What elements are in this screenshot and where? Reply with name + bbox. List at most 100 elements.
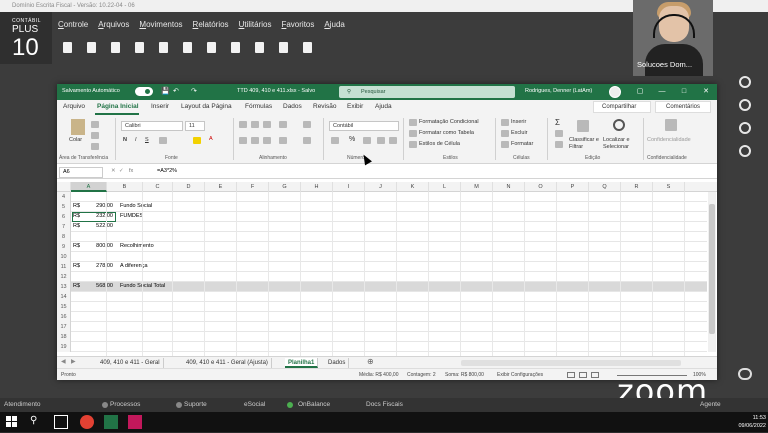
sheet-tab-planilha1[interactable]: Planilha1 [285, 358, 319, 368]
cell-currency[interactable]: R$ [73, 283, 80, 289]
building-icon[interactable] [58, 38, 76, 56]
tab-exibir[interactable]: Exibir [347, 103, 363, 110]
row-header[interactable]: 5 [57, 202, 71, 212]
sheet-tab-dados[interactable]: Dados [325, 358, 350, 368]
italic-icon[interactable]: I [135, 137, 137, 143]
undo-icon[interactable]: ↶ [173, 87, 179, 95]
sheet-tab-geral[interactable]: 409, 410 e 411 - Geral [97, 358, 164, 368]
cell-styles-button[interactable]: Estilos de Célula [419, 141, 460, 147]
insert-cells-button[interactable]: Inserir [511, 119, 526, 125]
gear-icon[interactable] [739, 76, 751, 88]
confirm-icon[interactable]: ✓ [119, 168, 124, 174]
cell-value[interactable]: 290,00 [83, 203, 113, 209]
scroll-thumb[interactable] [709, 204, 715, 334]
tab-formulas[interactable]: Fórmulas [245, 103, 272, 110]
orientation-icon[interactable] [279, 121, 287, 128]
status-processos[interactable]: Processos [110, 401, 140, 408]
column-header[interactable]: A [71, 182, 107, 192]
display-settings[interactable]: Exibir Configurações [497, 372, 543, 378]
excel-icon[interactable] [104, 415, 118, 429]
row-header[interactable]: 7 [57, 222, 71, 232]
cell-currency[interactable]: R$ [73, 263, 80, 269]
conditional-format-button[interactable]: Formatação Condicional [419, 119, 479, 125]
row-header[interactable]: 13 [57, 282, 71, 292]
cell-description[interactable]: A diferença [120, 263, 148, 269]
align-right-icon[interactable] [263, 137, 271, 144]
play-icon[interactable] [739, 122, 751, 134]
sheet-tab-geral-ajusta[interactable]: 409, 410 e 411 - Geral (Ajusta) [183, 358, 272, 368]
percent-icon[interactable]: % [349, 136, 355, 143]
align-top-icon[interactable] [239, 121, 247, 128]
align-middle-icon[interactable] [251, 121, 259, 128]
close-icon[interactable]: ✕ [701, 87, 711, 97]
thousands-icon[interactable] [363, 137, 371, 144]
row-header[interactable]: 11 [57, 262, 71, 272]
tab-arquivo[interactable]: Arquivo [63, 103, 85, 110]
font-name-select[interactable]: Calibri [121, 121, 183, 131]
tab-inserir[interactable]: Inserir [151, 103, 169, 110]
column-header[interactable]: Q [589, 182, 621, 192]
search-icon[interactable]: ⚲ [30, 415, 44, 429]
status-atendimento[interactable]: Atendimento [4, 401, 41, 408]
save-icon[interactable]: 💾 [161, 87, 170, 95]
fill-icon[interactable] [555, 130, 563, 137]
task-view-icon[interactable] [54, 415, 68, 429]
status-suporte[interactable]: Suporte [184, 401, 207, 408]
document-out-icon[interactable] [106, 38, 124, 56]
tab-dados[interactable]: Dados [283, 103, 302, 110]
cell-value[interactable]: 522,00 [83, 223, 113, 229]
support-icon[interactable] [739, 145, 751, 157]
column-header[interactable]: K [397, 182, 429, 192]
chart-icon[interactable] [274, 38, 292, 56]
conditional-format-icon[interactable] [409, 119, 417, 126]
copy-icon[interactable] [91, 132, 99, 139]
function-icon[interactable]: fx [129, 168, 133, 174]
search-box[interactable]: ⚲ Pesquisar [339, 86, 515, 98]
column-header[interactable]: J [365, 182, 397, 192]
row-header[interactable]: 18 [57, 332, 71, 342]
status-docs-fiscais[interactable]: Docs Fiscais [366, 401, 403, 408]
share-button[interactable]: Compartilhar [593, 101, 651, 113]
row-header[interactable]: 4 [57, 192, 71, 202]
tab-ajuda[interactable]: Ajuda [375, 103, 392, 110]
delete-cells-button[interactable]: Excluir [511, 130, 528, 136]
system-clock[interactable]: 11:53 09/06/2022 [730, 414, 766, 430]
tab-revisao[interactable]: Revisão [313, 103, 336, 110]
format-cells-icon[interactable] [501, 141, 509, 148]
download-icon[interactable] [226, 38, 244, 56]
report-icon[interactable] [178, 38, 196, 56]
status-agente[interactable]: Agente [700, 401, 721, 408]
sort-filter-button[interactable]: Classificar e Filtrar [569, 137, 603, 151]
format-table-icon[interactable] [409, 130, 417, 137]
column-header[interactable]: F [237, 182, 269, 192]
row-header[interactable]: 10 [57, 252, 71, 262]
column-header[interactable]: R [621, 182, 653, 192]
column-header[interactable]: H [301, 182, 333, 192]
cancel-icon[interactable]: ✕ [111, 168, 116, 174]
autosave-toggle[interactable] [135, 87, 153, 96]
add-sheet-icon[interactable]: ⊕ [367, 357, 374, 366]
document-in-icon[interactable] [130, 38, 148, 56]
cut-icon[interactable] [91, 121, 99, 128]
select-all-corner[interactable] [57, 182, 71, 192]
font-size-select[interactable]: 11 [185, 121, 205, 131]
search-icon[interactable] [202, 38, 220, 56]
chrome-icon[interactable] [80, 415, 94, 429]
next-sheet-icon[interactable]: ▶ [71, 358, 76, 365]
align-center-icon[interactable] [251, 137, 259, 144]
book-icon[interactable] [298, 38, 316, 56]
menu-utilitarios[interactable]: Utilitários [239, 20, 272, 34]
number-format-select[interactable]: Contábil [329, 121, 399, 131]
delete-cells-icon[interactable] [501, 130, 509, 137]
wrap-text-icon[interactable] [303, 121, 311, 128]
find-icon[interactable] [613, 119, 625, 131]
format-table-button[interactable]: Formatar como Tabela [419, 130, 474, 136]
row-header[interactable]: 8 [57, 232, 71, 242]
cell-value[interactable]: 568,00 [83, 283, 113, 289]
avatar[interactable] [609, 86, 621, 98]
format-cells-button[interactable]: Formatar [511, 141, 533, 147]
row-header[interactable]: 17 [57, 322, 71, 332]
cell-description[interactable]: FUMDES [120, 213, 143, 219]
borders-icon[interactable] [159, 137, 167, 144]
comments-button[interactable]: Comentários [655, 101, 711, 113]
